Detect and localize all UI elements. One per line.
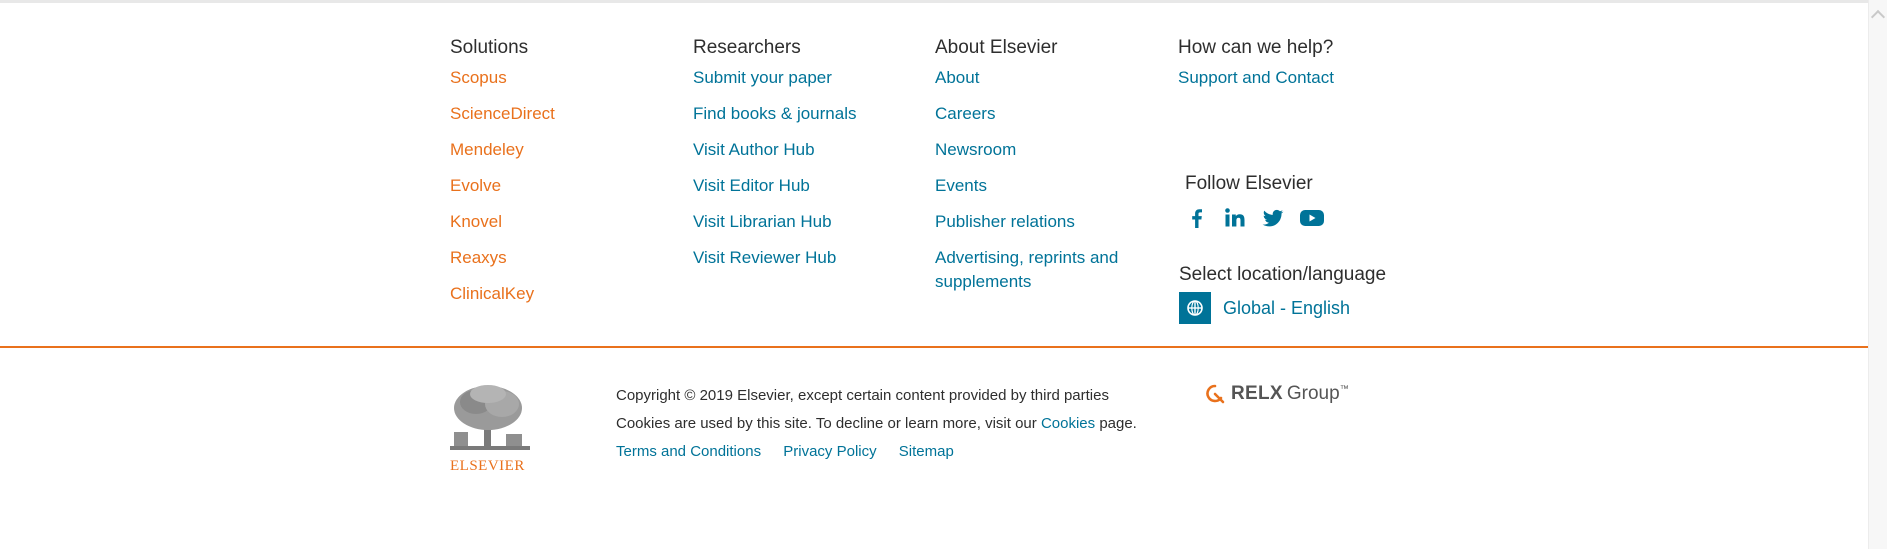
link-librarian-hub[interactable]: Visit Librarian Hub bbox=[693, 212, 832, 231]
link-author-hub[interactable]: Visit Author Hub bbox=[693, 140, 815, 159]
legal-links: Terms and Conditions Privacy Policy Site… bbox=[616, 438, 1137, 466]
cookies-prefix: Cookies are used by this site. To declin… bbox=[616, 415, 1037, 432]
link-support-contact[interactable]: Support and Contact bbox=[1178, 68, 1334, 87]
link-knovel[interactable]: Knovel bbox=[450, 212, 502, 231]
social-links bbox=[1185, 206, 1324, 230]
link-about[interactable]: About bbox=[935, 68, 979, 87]
legal-section: Copyright © 2019 Elsevier, except certai… bbox=[616, 382, 1137, 466]
link-reaxys[interactable]: Reaxys bbox=[450, 248, 507, 267]
relx-logo[interactable]: RELX Group™ bbox=[1205, 383, 1349, 405]
about-heading: About Elsevier bbox=[935, 37, 1058, 58]
elsevier-logo-text: ELSEVIER bbox=[450, 458, 525, 474]
scroll-up-icon[interactable] bbox=[1870, 9, 1886, 25]
location-heading: Select location/language bbox=[1179, 264, 1387, 285]
youtube-icon[interactable] bbox=[1299, 206, 1324, 230]
link-newsroom[interactable]: Newsroom bbox=[935, 140, 1016, 159]
location-section: Select location/language Global - Englis… bbox=[1179, 263, 1386, 324]
link-advertising[interactable]: Advertising, reprints and supplements bbox=[935, 248, 1118, 291]
facebook-icon[interactable] bbox=[1185, 206, 1209, 230]
relx-word: RELX bbox=[1231, 383, 1283, 404]
help-heading: How can we help? bbox=[1178, 37, 1334, 58]
solutions-column: Solutions Scopus ScienceDirect Mendeley … bbox=[450, 36, 670, 318]
elsevier-tree-icon bbox=[450, 385, 530, 450]
cookies-notice: Cookies are used by this site. To declin… bbox=[616, 410, 1137, 438]
about-column: About Elsevier About Careers Newsroom Ev… bbox=[935, 36, 1165, 306]
link-sciencedirect[interactable]: ScienceDirect bbox=[450, 104, 555, 123]
terms-link[interactable]: Terms and Conditions bbox=[616, 443, 761, 460]
link-scopus[interactable]: Scopus bbox=[450, 68, 507, 87]
language-value[interactable]: Global - English bbox=[1223, 298, 1350, 319]
help-column: How can we help? Support and Contact bbox=[1178, 36, 1438, 102]
relx-trademark: ™ bbox=[1339, 383, 1349, 394]
footer-divider bbox=[0, 346, 1868, 348]
cookies-link[interactable]: Cookies bbox=[1041, 415, 1095, 432]
link-mendeley[interactable]: Mendeley bbox=[450, 140, 524, 159]
link-reviewer-hub[interactable]: Visit Reviewer Hub bbox=[693, 248, 836, 267]
elsevier-logo[interactable]: ELSEVIER bbox=[450, 382, 530, 475]
twitter-icon[interactable] bbox=[1261, 206, 1285, 230]
link-submit-paper[interactable]: Submit your paper bbox=[693, 68, 832, 87]
researchers-heading: Researchers bbox=[693, 37, 801, 58]
solutions-heading: Solutions bbox=[450, 37, 529, 58]
top-divider bbox=[0, 0, 1868, 3]
cookies-suffix: page. bbox=[1099, 415, 1137, 432]
link-find-books-journals[interactable]: Find books & journals bbox=[693, 104, 856, 123]
link-evolve[interactable]: Evolve bbox=[450, 176, 501, 195]
scrollbar[interactable] bbox=[1868, 0, 1887, 549]
sitemap-link[interactable]: Sitemap bbox=[899, 443, 954, 460]
link-editor-hub[interactable]: Visit Editor Hub bbox=[693, 176, 810, 195]
link-events[interactable]: Events bbox=[935, 176, 987, 195]
follow-section: Follow Elsevier bbox=[1185, 172, 1324, 230]
language-selector[interactable]: Global - English bbox=[1179, 292, 1386, 324]
globe-icon[interactable] bbox=[1179, 292, 1211, 324]
relx-mark-icon bbox=[1206, 384, 1225, 404]
link-careers[interactable]: Careers bbox=[935, 104, 995, 123]
researchers-column: Researchers Submit your paper Find books… bbox=[693, 36, 913, 282]
linkedin-icon[interactable] bbox=[1223, 206, 1247, 230]
privacy-link[interactable]: Privacy Policy bbox=[783, 443, 876, 460]
follow-heading: Follow Elsevier bbox=[1185, 173, 1313, 194]
link-publisher-relations[interactable]: Publisher relations bbox=[935, 212, 1075, 231]
copyright-text: Copyright © 2019 Elsevier, except certai… bbox=[616, 387, 1109, 404]
link-clinicalkey[interactable]: ClinicalKey bbox=[450, 284, 534, 303]
relx-group-word: Group™ bbox=[1286, 383, 1349, 404]
